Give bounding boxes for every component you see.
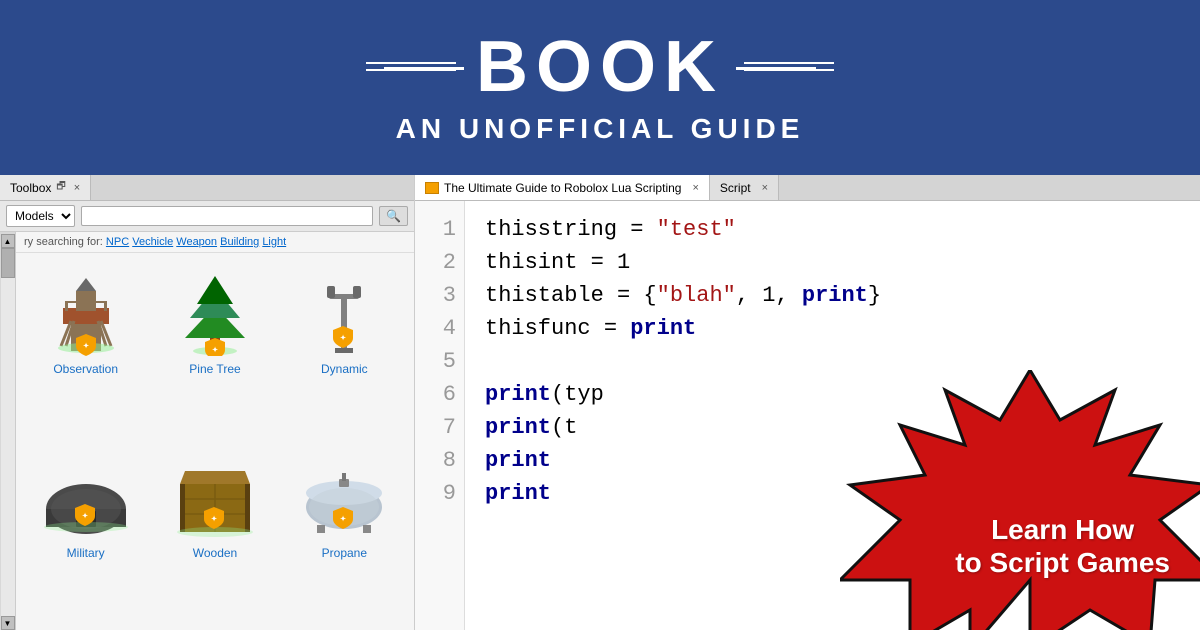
tab-folder-icon: [425, 182, 439, 194]
pinetree-image: ✦: [167, 263, 262, 358]
grid-item-propane[interactable]: ✦ Propane: [285, 447, 404, 621]
svg-text:✦: ✦: [340, 334, 346, 342]
starburst-overlay: Learn Howto Script Games: [780, 350, 1200, 630]
main-area: Toolbox 🗗 × Models 🔍 ▲ ▼: [0, 175, 1200, 630]
header-title: BOOK: [476, 31, 724, 103]
observation-label: Observation: [53, 362, 118, 376]
toolbox-panel: Toolbox 🗗 × Models 🔍 ▲ ▼: [0, 175, 415, 630]
grid-item-dynamic[interactable]: ✦ Dynamic: [285, 263, 404, 437]
guide-tab-close[interactable]: ×: [692, 182, 698, 194]
svg-text:✦: ✦: [211, 515, 217, 523]
search-input[interactable]: [81, 206, 373, 226]
propane-svg: ✦: [299, 449, 389, 539]
starburst-text: Learn Howto Script Games: [955, 513, 1170, 580]
propane-image: ✦: [297, 447, 392, 542]
toolbox-tab-label: Toolbox: [10, 181, 51, 195]
wooden-label: Wooden: [193, 546, 237, 560]
try-label: ry searching for:: [24, 236, 106, 248]
code-line-3: thistable = {"blah", 1, print}: [485, 279, 1180, 312]
svg-text:✦: ✦: [82, 512, 88, 520]
starburst-svg: [840, 370, 1200, 630]
toolbox-tab-bar: Toolbox 🗗 ×: [0, 175, 414, 201]
toolbox-tab[interactable]: Toolbox 🗗 ×: [0, 175, 91, 200]
try-link-weapon[interactable]: Weapon: [176, 236, 217, 248]
dynamic-svg: ✦: [299, 266, 389, 356]
scroll-down-button[interactable]: ▼: [1, 616, 15, 630]
header: BOOK AN UNOFFICIAL GUIDE: [0, 0, 1200, 175]
toolbox-scroll-area: ▲ ▼ ry searching for: NPC Vechicle We: [0, 232, 414, 630]
dynamic-image: ✦: [297, 263, 392, 358]
code-lines[interactable]: thisstring = "test" thisint = 1 thistabl…: [465, 201, 1200, 630]
grid-item-wooden[interactable]: ✦ Wooden: [155, 447, 274, 621]
code-line-4: thisfunc = print: [485, 312, 1180, 345]
observation-svg: ✦: [41, 266, 131, 356]
military-label: Military: [67, 546, 105, 560]
line-numbers: 1 2 3 4 5 6 7 8 9: [415, 201, 465, 630]
script-tab-close[interactable]: ×: [762, 182, 768, 194]
search-button[interactable]: 🔍: [379, 206, 408, 226]
dynamic-label: Dynamic: [321, 362, 368, 376]
svg-text:✦: ✦: [340, 515, 346, 523]
scrollbar[interactable]: ▲ ▼: [0, 232, 16, 630]
pinetree-svg: ✦: [170, 266, 260, 356]
guide-tab-label: The Ultimate Guide to Robolox Lua Script…: [444, 181, 681, 195]
item-grid: ✦ Observation: [16, 253, 414, 630]
wooden-svg: ✦: [170, 449, 260, 539]
try-link-npc[interactable]: NPC: [106, 236, 129, 248]
code-tab-bar: The Ultimate Guide to Robolox Lua Script…: [415, 175, 1200, 201]
code-line-2: thisint = 1: [485, 246, 1180, 279]
header-subtitle: AN UNOFFICIAL GUIDE: [396, 113, 805, 145]
search-bar: Models 🔍: [0, 201, 414, 232]
script-tab-label: Script: [720, 181, 751, 195]
military-image: ✦: [38, 447, 133, 542]
code-line-1: thisstring = "test": [485, 213, 1180, 246]
grid-item-military[interactable]: ✦ Military: [26, 447, 145, 621]
grid-item-observation[interactable]: ✦ Observation: [26, 263, 145, 437]
scroll-track: [1, 248, 15, 616]
try-link-building[interactable]: Building: [220, 236, 259, 248]
military-svg: ✦: [41, 449, 131, 539]
close-icon[interactable]: ×: [74, 182, 80, 194]
try-searching-bar: ry searching for: NPC Vechicle Weapon Bu…: [16, 232, 414, 253]
models-dropdown[interactable]: Models: [6, 205, 75, 227]
scroll-thumb[interactable]: [1, 248, 15, 278]
observation-image: ✦: [38, 263, 133, 358]
svg-text:✦: ✦: [83, 342, 89, 350]
code-tab-guide[interactable]: The Ultimate Guide to Robolox Lua Script…: [415, 175, 710, 200]
code-tab-script[interactable]: Script ×: [710, 175, 779, 200]
pinetree-label: Pine Tree: [189, 362, 240, 376]
try-link-light[interactable]: Light: [262, 236, 286, 248]
code-panel: The Ultimate Guide to Robolox Lua Script…: [415, 175, 1200, 630]
pin-icon[interactable]: 🗗: [56, 179, 65, 196]
toolbox-content: Models 🔍 ▲ ▼ ry searching for:: [0, 201, 414, 630]
wooden-image: ✦: [167, 447, 262, 542]
propane-label: Propane: [322, 546, 367, 560]
svg-text:✦: ✦: [212, 346, 218, 354]
scroll-up-button[interactable]: ▲: [1, 234, 15, 248]
try-link-vehicle[interactable]: Vechicle: [132, 236, 173, 248]
code-content: 1 2 3 4 5 6 7 8 9 thisstring = "test" th…: [415, 201, 1200, 630]
grid-item-pinetree[interactable]: ✦ Pine Tree: [155, 263, 274, 437]
